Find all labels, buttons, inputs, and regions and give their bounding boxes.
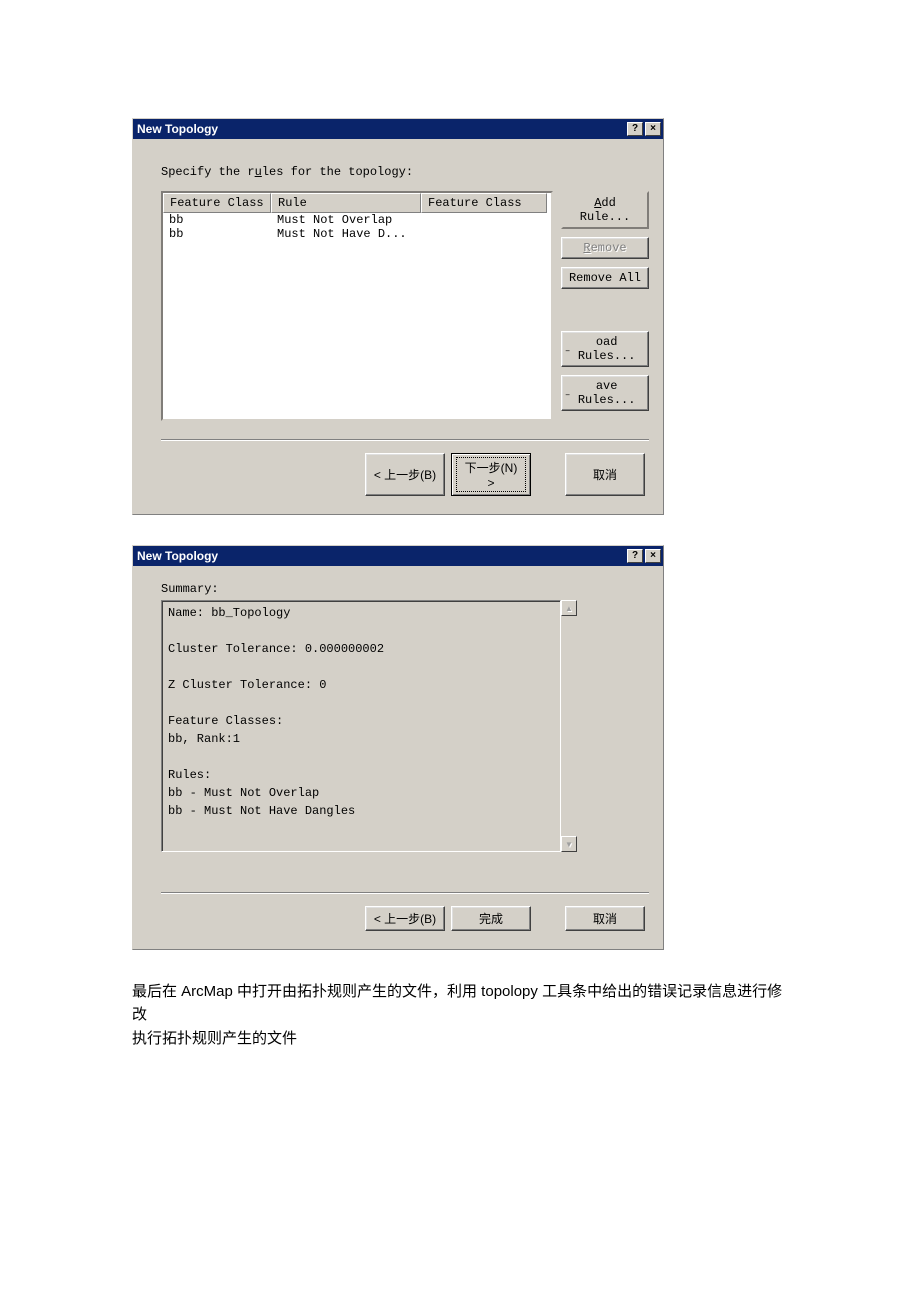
column-header-rule[interactable]: Rule [271,193,421,213]
summary-textarea[interactable]: Name: bb_Topology Cluster Tolerance: 0.0… [161,600,561,852]
title-bar-controls: ? × [625,122,661,136]
scroll-up-icon[interactable]: ▲ [561,600,577,616]
cell-feature-class: bb [163,227,271,241]
title-bar-controls: ? × [625,549,661,563]
summary-label: Summary: [161,582,649,596]
remove-button[interactable]: Remove [561,237,649,259]
finish-button[interactable]: 完成 [451,906,531,931]
instruction-label: Specify the rules for the topology: [161,165,649,179]
table-row[interactable]: bb Must Not Have D... [163,227,551,241]
load-rules-button[interactable]: ₋oad Rules... [561,331,649,367]
doc-line: 最后在 ArcMap 中打开由拓扑规则产生的文件，利用 topolopy 工具条… [132,980,792,1027]
column-header-feature-class-1[interactable]: Feature Class [163,193,271,213]
doc-line: 执行拓扑规则产生的文件 [132,1027,792,1050]
cell-feature-class: bb [163,213,271,227]
remove-all-button[interactable]: Remove All [561,267,649,289]
next-button[interactable]: 下一步(N) > [451,453,531,496]
close-icon[interactable]: × [645,549,661,563]
cancel-button[interactable]: 取消 [565,453,645,496]
document-text: 最后在 ArcMap 中打开由拓扑规则产生的文件，利用 topolopy 工具条… [132,980,792,1050]
table-row[interactable]: bb Must Not Overlap [163,213,551,227]
back-button[interactable]: < 上一步(B) [365,906,445,931]
close-icon[interactable]: × [645,122,661,136]
title-bar[interactable]: New Topology ? × [133,119,663,139]
scroll-down-icon[interactable]: ▼ [561,836,577,852]
save-rules-button[interactable]: ₋ave Rules... [561,375,649,411]
scrollbar[interactable]: ▲ ▼ [561,600,577,852]
back-button[interactable]: < 上一步(B) [365,453,445,496]
help-icon[interactable]: ? [627,549,643,563]
help-icon[interactable]: ? [627,122,643,136]
new-topology-rules-dialog: New Topology ? × Specify the rules for t… [132,118,664,515]
title-bar[interactable]: New Topology ? × [133,546,663,566]
column-header-feature-class-2[interactable]: Feature Class [421,193,547,213]
cell-rule: Must Not Have D... [271,227,421,241]
dialog-title: New Topology [137,122,218,136]
cell-rule: Must Not Overlap [271,213,421,227]
rules-list[interactable]: Feature Class Rule Feature Class bb Must… [161,191,553,421]
cancel-button[interactable]: 取消 [565,906,645,931]
dialog-title: New Topology [137,549,218,563]
new-topology-summary-dialog: New Topology ? × Summary: Name: bb_Topol… [132,545,664,950]
list-header: Feature Class Rule Feature Class [163,193,551,213]
cell-feature-class-2 [421,227,547,241]
cell-feature-class-2 [421,213,547,227]
add-rule-button[interactable]: Add Rule... [561,191,649,229]
